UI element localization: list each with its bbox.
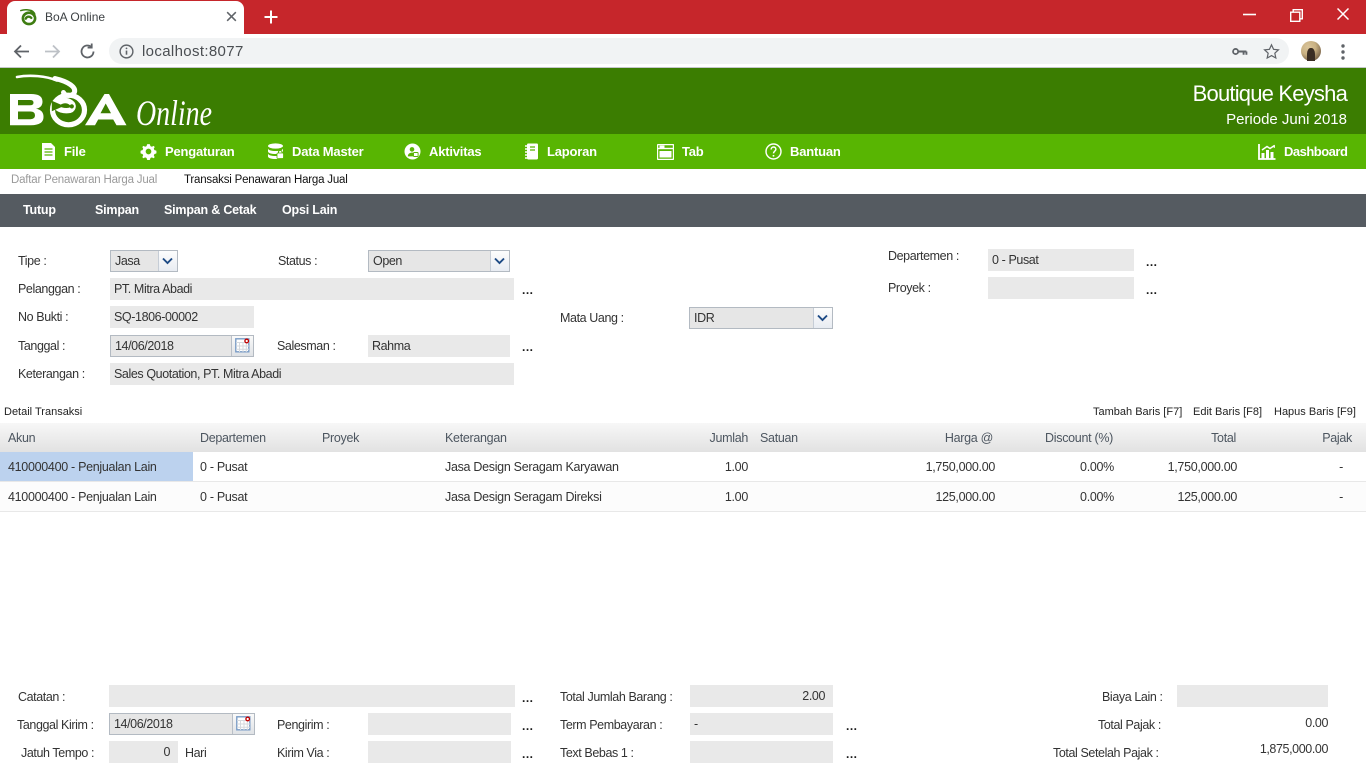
svg-text:Online: Online [136, 93, 212, 130]
